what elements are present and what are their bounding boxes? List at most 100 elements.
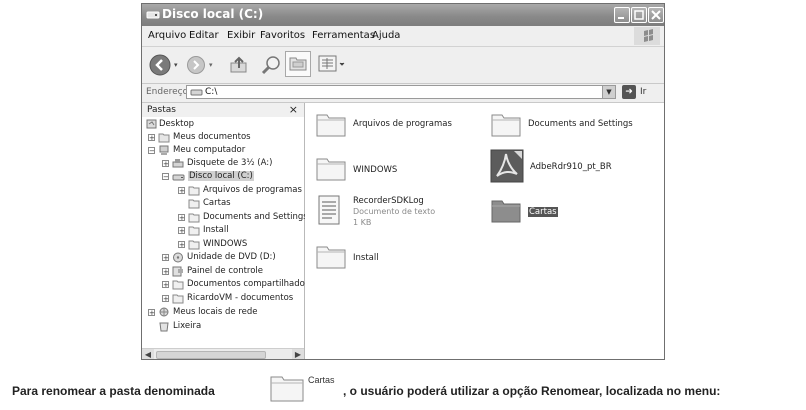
tree-label: Desktop xyxy=(159,119,195,129)
menu-ajuda[interactable]: Ajuda xyxy=(372,30,400,41)
windows-logo-icon xyxy=(634,27,660,45)
expand-plus-icon[interactable]: + xyxy=(162,268,169,276)
hard-drive-icon xyxy=(172,174,185,181)
folder-icon xyxy=(172,280,184,290)
close-pane-icon[interactable]: × xyxy=(289,103,298,116)
search-icon[interactable] xyxy=(260,54,284,76)
menu-arquivo[interactable]: Arquivo xyxy=(148,30,186,41)
folder-item-cartas[interactable]: Cartas xyxy=(490,195,660,227)
expand-plus-icon[interactable]: + xyxy=(148,309,155,317)
tree-label: Documents and Settings xyxy=(203,212,308,222)
address-input[interactable]: C:\ ▼ xyxy=(186,85,616,99)
menu-exibir[interactable]: Exibir xyxy=(227,30,255,41)
expand-plus-icon[interactable]: + xyxy=(178,241,185,249)
tree-label: Install xyxy=(203,225,229,235)
folder-icon xyxy=(188,199,200,209)
address-dropdown-icon[interactable]: ▼ xyxy=(602,85,616,99)
question-text-before: Para renomear a pasta denominada xyxy=(12,384,215,398)
scroll-thumb[interactable] xyxy=(156,351,266,359)
folder-item-windows[interactable]: WINDOWS xyxy=(315,153,475,185)
network-icon xyxy=(159,307,169,317)
computer-icon xyxy=(159,145,169,155)
folder-icon xyxy=(188,240,200,250)
item-type: Documento de texto xyxy=(353,207,436,216)
item-label: Arquivos de programas xyxy=(353,119,452,129)
collapse-minus-icon[interactable]: − xyxy=(148,147,155,155)
scroll-right-icon[interactable]: ▶ xyxy=(292,349,304,359)
tree-label: Arquivos de programas xyxy=(203,185,302,195)
folder-icon xyxy=(316,114,346,137)
folder-icon xyxy=(491,200,521,223)
file-item-adberdr910[interactable]: AdbeRdr910_pt_BR xyxy=(490,149,660,185)
expand-plus-icon[interactable]: + xyxy=(162,295,169,303)
address-value: C:\ xyxy=(205,87,218,97)
forward-icon[interactable] xyxy=(186,55,206,75)
tree-label: Unidade de DVD (D:) xyxy=(187,252,276,262)
address-bar: Endereço C:\ ▼ ➜ Ir xyxy=(142,84,664,103)
expand-plus-icon[interactable]: + xyxy=(162,160,169,168)
folder-icon xyxy=(188,186,200,196)
minimize-button[interactable] xyxy=(614,7,630,23)
recycle-bin-icon xyxy=(159,322,169,332)
tree-label: Disco local (C:) xyxy=(188,171,254,181)
tree-label: Documentos compartilhados xyxy=(187,279,310,289)
folder-tree: Desktop + Meus documentos − Meu computad… xyxy=(142,117,309,345)
expand-plus-icon[interactable]: + xyxy=(178,214,185,222)
views-button[interactable] xyxy=(318,53,348,75)
folders-icon xyxy=(289,57,307,71)
folder-icon xyxy=(270,376,304,402)
folder-icon xyxy=(188,213,200,223)
back-icon[interactable] xyxy=(148,53,172,77)
file-item-recordersdklog[interactable]: RecorderSDKLog Documento de texto 1 KB xyxy=(315,195,480,235)
folders-button[interactable] xyxy=(285,51,311,77)
horizontal-scrollbar[interactable]: ◀ ▶ xyxy=(142,348,304,359)
drive-icon xyxy=(190,89,203,96)
scroll-left-icon[interactable]: ◀ xyxy=(142,349,154,359)
folder-icon xyxy=(491,114,521,137)
folder-item-documents-and-settings[interactable]: Documents and Settings xyxy=(490,109,660,141)
item-label: Documents and Settings xyxy=(528,119,633,129)
close-button[interactable] xyxy=(648,7,664,23)
folder-icon xyxy=(316,158,346,181)
documents-folder-icon xyxy=(158,133,170,143)
item-size: 1 KB xyxy=(353,218,372,227)
tree-label: Lixeira xyxy=(173,321,202,331)
title-bar[interactable]: Disco local (C:) xyxy=(142,4,664,26)
menu-editar[interactable]: Editar xyxy=(189,30,219,41)
item-label: Cartas xyxy=(528,207,558,217)
maximize-button[interactable] xyxy=(631,7,647,23)
expand-plus-icon[interactable]: + xyxy=(162,281,169,289)
dvd-drive-icon xyxy=(173,252,183,263)
expand-plus-icon[interactable]: + xyxy=(178,187,185,195)
folder-item-arquivos-de-programas[interactable]: Arquivos de programas xyxy=(315,109,475,141)
explorer-window: Disco local (C:) Arquivo Editar Exibir F… xyxy=(141,3,665,360)
expand-plus-icon[interactable]: + xyxy=(162,254,169,262)
control-panel-icon xyxy=(172,266,183,277)
floppy-drive-icon xyxy=(172,159,184,168)
folder-item-install[interactable]: Install xyxy=(315,241,475,273)
item-label: WINDOWS xyxy=(353,165,398,175)
menu-ferramentas[interactable]: Ferramentas xyxy=(312,30,375,41)
go-arrow-icon[interactable]: ➜ xyxy=(622,85,636,99)
drive-icon xyxy=(146,11,160,19)
collapse-minus-icon[interactable]: − xyxy=(162,173,169,181)
forward-dropdown-icon[interactable]: ▾ xyxy=(209,61,213,69)
window-title: Disco local (C:) xyxy=(162,7,264,21)
tree-label: RicardoVM - documentos xyxy=(187,293,294,303)
menu-favoritos[interactable]: Favoritos xyxy=(260,30,305,41)
back-dropdown-icon[interactable]: ▾ xyxy=(174,61,178,69)
go-button-label[interactable]: Ir xyxy=(640,87,646,97)
question-text-after: , o usuário poderá utilizar a opção Reno… xyxy=(343,384,721,398)
question-folder-name: Cartas xyxy=(308,375,335,385)
up-folder-icon[interactable] xyxy=(228,55,250,75)
folders-pane: Pastas × Desktop + Meus documentos − Meu… xyxy=(142,103,309,359)
expand-plus-icon[interactable]: + xyxy=(178,227,185,235)
tree-label: Disquete de 3½ (A:) xyxy=(187,158,273,168)
maximize-icon xyxy=(634,10,644,20)
tree-label: Cartas xyxy=(203,198,231,208)
folder-icon xyxy=(188,226,200,236)
item-label: Install xyxy=(353,253,379,263)
folders-pane-title: Pastas xyxy=(147,105,176,115)
tree-label: WINDOWS xyxy=(203,239,248,249)
expand-plus-icon[interactable]: + xyxy=(148,134,155,142)
